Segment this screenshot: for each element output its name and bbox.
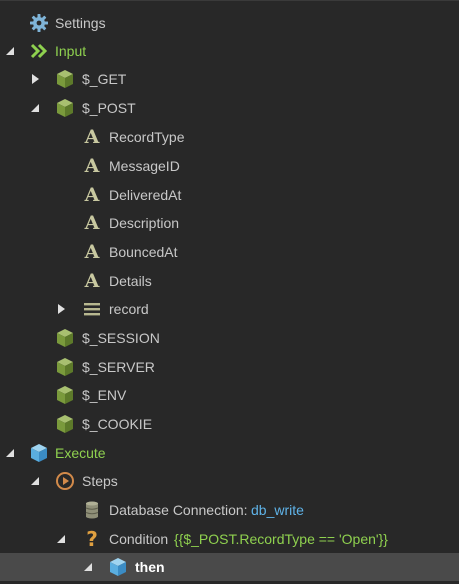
tree-item-then[interactable]: then — [0, 553, 459, 581]
tree-label-execute: Execute — [55, 445, 106, 461]
cube-icon — [29, 443, 49, 463]
tree-item-cookie[interactable]: $_COOKIE — [0, 410, 459, 438]
tree-item-field[interactable]: A DeliveredAt — [0, 181, 459, 209]
tree-label-field: DeliveredAt — [109, 187, 182, 203]
expand-toggle-icon[interactable] — [55, 303, 67, 315]
tree-label-server: $_SERVER — [82, 359, 155, 375]
tree-label-field: MessageID — [109, 158, 180, 174]
condition-expression: {{$_POST.RecordType == 'Open'}} — [174, 531, 388, 547]
tree-item-field[interactable]: A Details — [0, 267, 459, 295]
cube-icon — [55, 328, 75, 348]
tree-item-input[interactable]: Input — [0, 37, 459, 65]
tree-label-steps: Steps — [82, 473, 118, 489]
tree-label-get: $_GET — [82, 71, 127, 87]
project-tree: Settings Input $_GET $_POST A RecordType… — [0, 0, 459, 584]
tree-item-env[interactable]: $_ENV — [0, 381, 459, 409]
tree-item-field[interactable]: A RecordType — [0, 123, 459, 151]
tree-item-get[interactable]: $_GET — [0, 65, 459, 93]
play-circle-icon — [55, 471, 75, 491]
letter-a-icon: A — [84, 184, 100, 206]
tree-label-then: then — [135, 559, 165, 575]
letter-a-icon: A — [84, 241, 100, 263]
letter-a-icon: A — [84, 155, 100, 177]
letter-a-icon: A — [84, 270, 100, 292]
tree-item-steps[interactable]: Steps — [0, 467, 459, 495]
db-connection-value: db_write — [251, 502, 304, 518]
tree-label-field: RecordType — [109, 129, 185, 145]
condition-label: Condition — [109, 531, 169, 547]
cube-icon — [108, 557, 128, 577]
tree-item-field[interactable]: A BouncedAt — [0, 238, 459, 266]
tree-label-field: Details — [109, 273, 152, 289]
collapse-toggle-icon[interactable] — [82, 561, 94, 573]
tree-label-field: Description — [109, 215, 180, 231]
tree-item-server[interactable]: $_SERVER — [0, 353, 459, 381]
tree-item-condition[interactable]: ? Condition {{$_POST.RecordType == 'Open… — [0, 525, 459, 553]
tree-label-env: $_ENV — [82, 387, 127, 403]
tree-item-field[interactable]: A Description — [0, 209, 459, 237]
tree-item-database-connection[interactable]: Database Connection: db_write — [0, 496, 459, 524]
database-icon — [82, 500, 102, 520]
collapse-toggle-icon[interactable] — [29, 475, 41, 487]
tree-label-post: $_POST — [82, 100, 136, 116]
tree-label-input: Input — [55, 43, 87, 59]
tree-item-post[interactable]: $_POST — [0, 94, 459, 122]
tree-label-cookie: $_COOKIE — [82, 416, 153, 432]
question-icon: ? — [86, 527, 98, 551]
tree-item-field[interactable]: A MessageID — [0, 152, 459, 180]
tree-item-execute[interactable]: Execute — [0, 439, 459, 467]
cube-icon — [55, 414, 75, 434]
double-chevron-icon — [29, 41, 49, 61]
collapse-toggle-icon[interactable] — [55, 533, 67, 545]
cube-icon — [55, 385, 75, 405]
tree-label-field: BouncedAt — [109, 244, 178, 260]
tree-item-settings[interactable]: Settings — [0, 9, 459, 37]
collapse-toggle-icon[interactable] — [29, 102, 41, 114]
collapse-toggle-icon[interactable] — [4, 45, 16, 57]
db-connection-label: Database Connection: — [109, 502, 248, 518]
tree-item-session[interactable]: $_SESSION — [0, 324, 459, 352]
cube-icon — [55, 357, 75, 377]
letter-a-icon: A — [84, 126, 100, 148]
tree-label-record: record — [109, 301, 149, 317]
collapse-toggle-icon[interactable] — [4, 447, 16, 459]
expand-toggle-icon[interactable] — [29, 73, 41, 85]
gear-icon — [29, 13, 49, 33]
list-icon — [82, 299, 102, 319]
cube-icon — [55, 98, 75, 118]
tree-label-session: $_SESSION — [82, 330, 160, 346]
cube-icon — [55, 69, 75, 89]
letter-a-icon: A — [84, 212, 100, 234]
tree-item-record[interactable]: record — [0, 295, 459, 323]
tree-label-settings: Settings — [55, 15, 106, 31]
